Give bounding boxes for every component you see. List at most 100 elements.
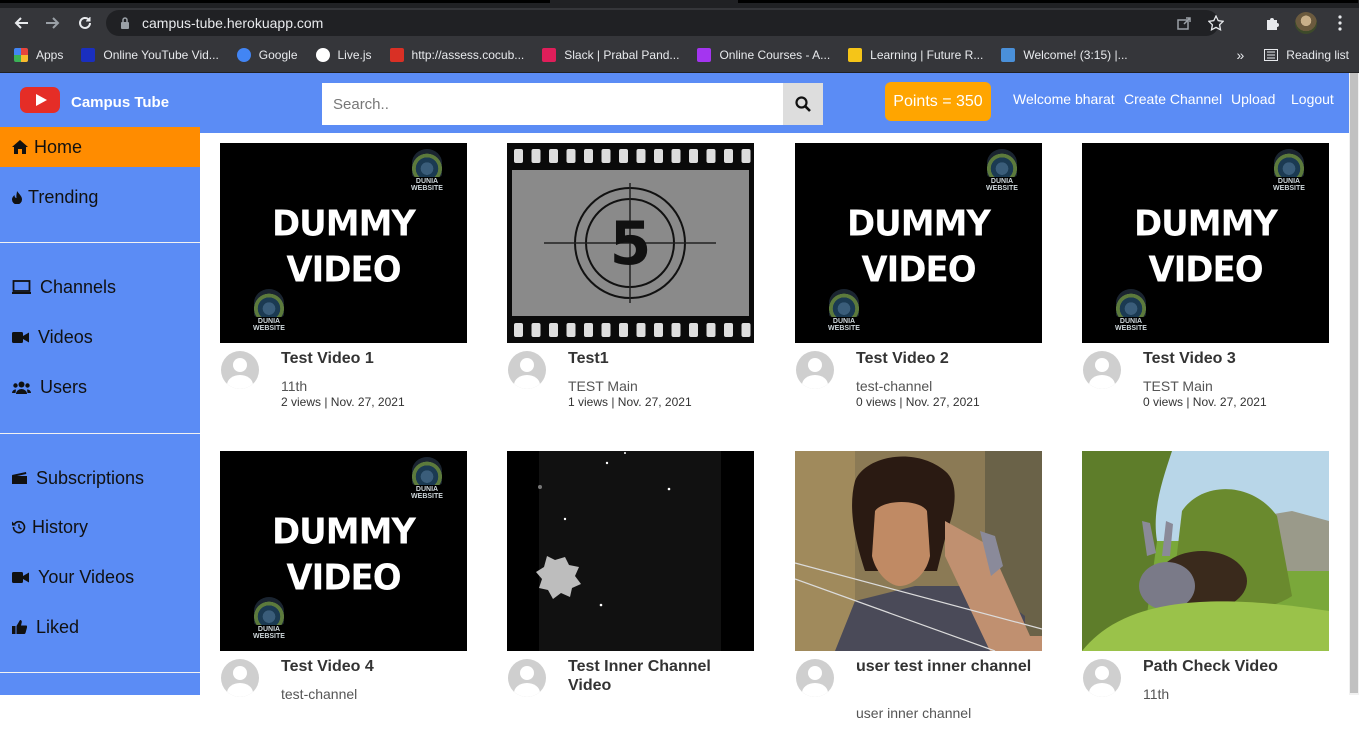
page-scrollbar[interactable] xyxy=(1349,73,1359,695)
address-bar[interactable]: campus-tube.herokuapp.com xyxy=(106,10,1219,36)
bookmark-favicon-icon xyxy=(542,48,557,62)
sidebar: Home Trending Channels Videos Users Subs… xyxy=(0,127,200,695)
video-title[interactable]: Test Video 4 xyxy=(281,657,467,676)
video-title[interactable]: Test Video 3 xyxy=(1143,349,1329,368)
forward-button[interactable] xyxy=(42,12,64,34)
video-title[interactable]: Test1 xyxy=(568,349,754,368)
channel-avatar[interactable] xyxy=(221,659,259,697)
sidebar-item-users[interactable]: Users xyxy=(0,367,200,407)
chevron-more-icon[interactable]: » xyxy=(1237,47,1245,63)
video-stats: 0 views | Nov. 27, 2021 xyxy=(1143,395,1267,409)
video-title[interactable]: user test inner channel xyxy=(856,657,1042,676)
search-input[interactable] xyxy=(322,83,783,125)
channel-avatar[interactable] xyxy=(508,351,546,389)
video-meta: Test Inner Channel Video xyxy=(507,651,754,731)
channel-avatar[interactable] xyxy=(508,659,546,697)
sidebar-item-label: Subscriptions xyxy=(36,467,145,488)
extensions-puzzle-icon[interactable] xyxy=(1263,14,1281,32)
logout-link[interactable]: Logout xyxy=(1291,91,1334,107)
bookmark-item[interactable]: Live.js xyxy=(315,48,372,62)
video-card: Test Inner Channel Video xyxy=(507,451,754,731)
video-title[interactable]: Path Check Video xyxy=(1143,657,1329,676)
watermark-label: DUNIA WEBSITE xyxy=(986,178,1018,192)
video-channel-name[interactable]: test-channel xyxy=(856,378,932,394)
sidebar-item-trending[interactable]: Trending xyxy=(0,177,200,217)
bookmark-favicon-icon xyxy=(236,48,251,62)
sidebar-item-liked[interactable]: Liked xyxy=(0,607,200,647)
video-thumbnail[interactable]: DUNIA WEBSITE DUNIA WEBSITE DUMMY VIDEO xyxy=(220,451,467,651)
share-icon[interactable] xyxy=(1175,14,1193,32)
points-badge: Points = 350 xyxy=(885,82,991,121)
search-bar xyxy=(322,83,823,125)
bookmark-item[interactable]: Online YouTube Vid... xyxy=(81,48,219,62)
channel-avatar[interactable] xyxy=(796,351,834,389)
search-button[interactable] xyxy=(783,83,823,125)
channel-watermark-logo: DUNIA WEBSITE xyxy=(1262,149,1316,192)
video-thumbnail[interactable]: DUNIA WEBSITE DUNIA WEBSITE DUMMY VIDEO xyxy=(795,143,1042,343)
sidebar-item-your-videos[interactable]: Your Videos xyxy=(0,557,200,597)
history-icon xyxy=(12,520,28,534)
video-channel-name[interactable]: 11th xyxy=(281,378,307,394)
sidebar-item-channels[interactable]: Channels xyxy=(0,267,200,307)
kebab-menu-icon[interactable] xyxy=(1331,14,1349,32)
channel-avatar[interactable] xyxy=(221,351,259,389)
bookmark-item[interactable]: Google xyxy=(236,48,298,62)
video-thumbnail[interactable] xyxy=(507,451,754,651)
sidebar-item-label: History xyxy=(32,516,89,537)
bookmark-label: Welcome! (3:15) |... xyxy=(1023,48,1128,62)
welcome-link[interactable]: Welcome bharat xyxy=(1013,91,1115,107)
thumbnail-text-line1: DUMMY xyxy=(1133,203,1278,245)
app-header: Campus Tube Points = 350 Welcome bharat … xyxy=(0,73,1349,133)
search-icon xyxy=(795,96,811,112)
video-meta: Test Video 4 test-channel xyxy=(220,651,467,731)
video-channel-name[interactable]: test-channel xyxy=(281,686,357,702)
logo[interactable]: Campus Tube xyxy=(20,87,169,113)
video-thumbnail[interactable] xyxy=(795,451,1042,651)
bookmark-item[interactable]: Slack | Prabal Pand... xyxy=(542,48,679,62)
sidebar-item-home[interactable]: Home xyxy=(0,127,200,167)
bookmark-label: Slack | Prabal Pand... xyxy=(564,48,680,62)
sidebar-item-history[interactable]: History xyxy=(0,507,200,547)
bookmark-item[interactable]: Apps xyxy=(14,48,63,62)
sidebar-item-subscriptions[interactable]: Subscriptions xyxy=(0,458,200,498)
bookmark-item[interactable]: Online Courses - A... xyxy=(697,48,830,62)
video-channel-name[interactable]: user inner channel xyxy=(856,705,971,721)
scrollbar-thumb[interactable] xyxy=(1350,73,1358,693)
bookmark-item[interactable]: Welcome! (3:15) |... xyxy=(1001,48,1128,62)
video-title[interactable]: Test Video 1 xyxy=(281,349,467,368)
profile-avatar[interactable] xyxy=(1295,12,1317,34)
video-thumbnail[interactable] xyxy=(1082,451,1329,651)
video-card: user test inner channel user inner channe… xyxy=(795,451,1042,731)
video-thumbnail[interactable]: 5 xyxy=(507,143,754,343)
bookmark-item[interactable]: Learning | Future R... xyxy=(848,48,983,62)
bookmark-label: Google xyxy=(258,48,298,62)
bookmark-favicon-icon xyxy=(1001,48,1016,62)
video-meta: user test inner channel user inner channe… xyxy=(795,651,1042,731)
sidebar-item-videos[interactable]: Videos xyxy=(0,317,200,357)
reading-list-button[interactable]: » Reading list xyxy=(1237,47,1350,63)
reload-button[interactable] xyxy=(74,12,96,34)
home-icon xyxy=(12,140,30,154)
bookmark-item[interactable]: http://assess.cocub... xyxy=(389,48,524,62)
bookmark-star-icon[interactable] xyxy=(1207,14,1225,32)
video-title[interactable]: Test Inner Channel Video xyxy=(568,657,754,695)
upload-link[interactable]: Upload xyxy=(1231,91,1275,107)
sidebar-item-label: Your Videos xyxy=(38,566,135,587)
video-thumbnail[interactable]: DUNIA WEBSITE DUNIA WEBSITE DUMMY VIDEO xyxy=(1082,143,1329,343)
video-channel-name[interactable]: TEST Main xyxy=(1143,378,1213,394)
video-thumbnail[interactable]: DUNIA WEBSITE DUNIA WEBSITE DUMMY VIDEO xyxy=(220,143,467,343)
create-channel-link[interactable]: Create Channel xyxy=(1124,91,1222,107)
video-meta: Test1 TEST Main 1 views | Nov. 27, 2021 xyxy=(507,343,754,423)
video-channel-name[interactable]: 11th xyxy=(1143,686,1169,702)
video-title[interactable]: Test Video 2 xyxy=(856,349,1042,368)
channel-watermark-logo: DUNIA WEBSITE xyxy=(242,597,296,640)
browser-tab-strip xyxy=(0,0,1359,8)
active-tab-edge xyxy=(0,0,550,3)
bookmark-favicon-icon xyxy=(81,48,96,62)
channel-avatar[interactable] xyxy=(1083,351,1121,389)
channel-avatar[interactable] xyxy=(1083,659,1121,697)
video-channel-name[interactable]: TEST Main xyxy=(568,378,638,394)
back-button[interactable] xyxy=(10,12,32,34)
sidebar-item-label: Users xyxy=(40,376,88,397)
channel-avatar[interactable] xyxy=(796,659,834,697)
